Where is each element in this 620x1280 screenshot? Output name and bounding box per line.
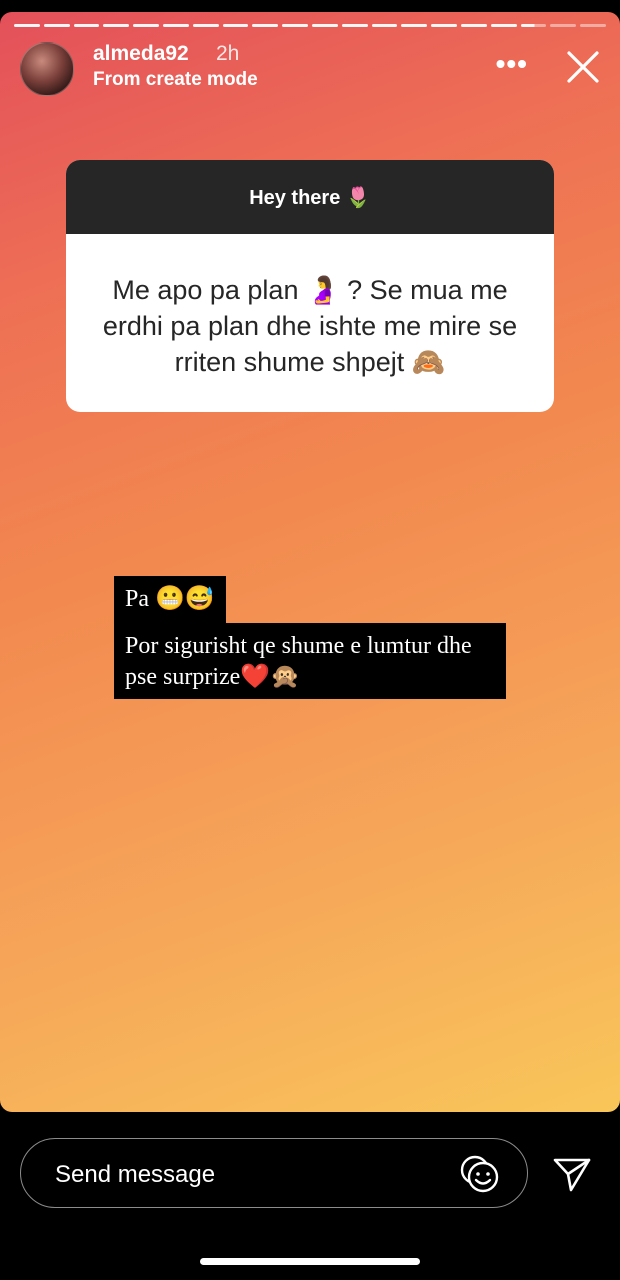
progress-segment — [282, 24, 308, 27]
caption-line-1: Pa 😬😅 — [114, 576, 226, 623]
avatar[interactable] — [20, 42, 74, 96]
progress-segment — [14, 24, 40, 27]
question-prompt: Hey there 🌷 — [66, 160, 554, 234]
story-source-label: From create mode — [93, 69, 258, 90]
progress-segment — [520, 24, 547, 27]
send-paper-plane-icon[interactable] — [552, 1154, 592, 1194]
question-answer: Me apo pa plan 🤰 ? Se mua me erdhi pa pl… — [102, 275, 518, 377]
close-icon[interactable] — [566, 50, 600, 84]
progress-segment — [490, 24, 517, 27]
progress-segment — [252, 24, 279, 27]
caption-line-2: Por sigurisht qe shume e lumtur dhe pse … — [114, 623, 506, 699]
progress-segment — [460, 24, 487, 27]
progress-segment — [73, 24, 100, 27]
post-time: 2h — [216, 42, 240, 65]
progress-segment — [580, 24, 606, 27]
reply-bar: Send message — [0, 1112, 620, 1280]
home-indicator[interactable] — [200, 1258, 420, 1265]
story-progress-bar — [14, 24, 606, 28]
progress-segment — [43, 24, 70, 27]
progress-segment — [162, 24, 189, 27]
question-sticker-card: Hey there 🌷 Me apo pa plan 🤰 ? Se mua me… — [66, 160, 554, 412]
story-caption: Pa 😬😅 Por sigurisht qe shume e lumtur dh… — [114, 576, 506, 699]
sticker-reaction-icon[interactable] — [459, 1153, 501, 1195]
story-header: almeda92 2h From create mode ••• — [20, 40, 600, 96]
more-options-icon[interactable]: ••• — [496, 50, 528, 78]
progress-segment — [103, 24, 130, 27]
progress-segment — [401, 24, 428, 27]
progress-segment — [133, 24, 159, 27]
progress-segment — [222, 24, 249, 27]
send-message-input[interactable]: Send message — [20, 1138, 528, 1208]
progress-segment — [341, 24, 368, 27]
progress-segment — [431, 24, 457, 27]
username[interactable]: almeda92 — [93, 42, 189, 66]
progress-segment — [550, 24, 577, 27]
progress-segment — [311, 24, 338, 27]
story-view[interactable]: almeda92 2h From create mode ••• Hey the… — [0, 12, 620, 1112]
send-message-placeholder: Send message — [55, 1161, 216, 1188]
progress-segment — [192, 24, 219, 27]
progress-segment — [371, 24, 398, 27]
